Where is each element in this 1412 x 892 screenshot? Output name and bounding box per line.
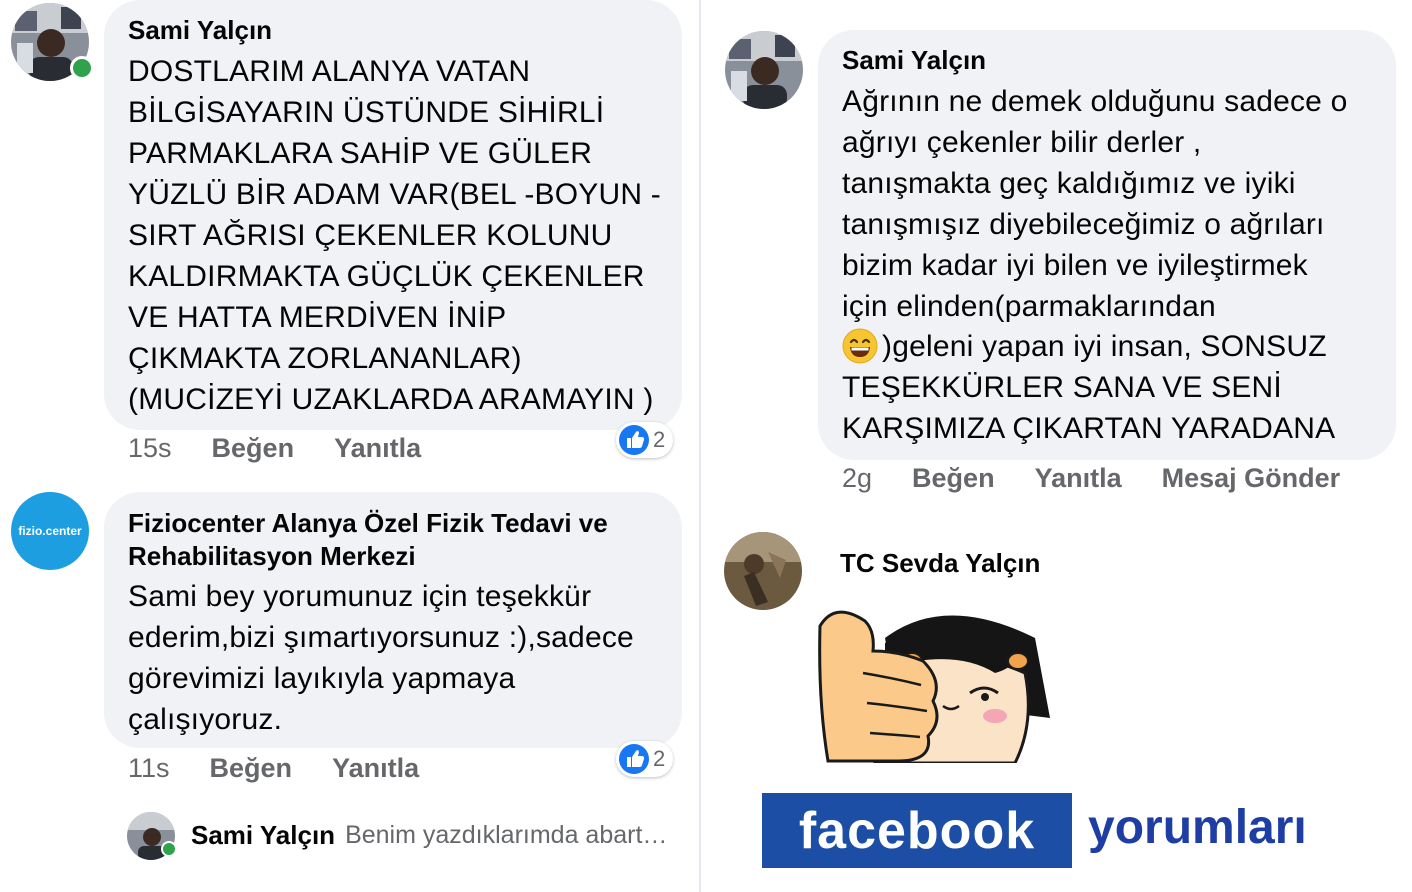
- comment-time[interactable]: 2g: [842, 463, 872, 494]
- comment-author[interactable]: TC Sevda Yalçın: [840, 548, 1040, 579]
- avatar-sevda[interactable]: [724, 532, 802, 610]
- like-button[interactable]: Beğen: [210, 753, 293, 784]
- comment-time[interactable]: 15s: [128, 433, 172, 464]
- thumbs-up-sticker[interactable]: [815, 598, 1060, 763]
- online-status-dot: [70, 56, 94, 80]
- reply-button[interactable]: Yanıtla: [332, 753, 419, 784]
- comment-text: Sami bey yorumunuz için teşekkür ederim,…: [128, 580, 634, 736]
- like-reaction-icon: [619, 425, 649, 455]
- comment-author-line1[interactable]: Fiziocenter Alanya Özel Fizik Tedavi ve: [128, 508, 608, 539]
- like-button[interactable]: Beğen: [912, 463, 995, 494]
- thumbs-up-girl-sticker-icon: [818, 610, 1050, 763]
- column-divider: [699, 0, 701, 892]
- reply-preview[interactable]: Sami Yalçın Benim yazdıklarımda abart…: [191, 820, 667, 851]
- send-message-button[interactable]: Mesaj Gönder: [1162, 463, 1341, 494]
- avatar-fiziocenter[interactable]: fizio.center: [11, 492, 89, 570]
- comment-actions-2: 11s Beğen Yanıtla: [128, 753, 459, 784]
- comment-author[interactable]: Sami Yalçın: [128, 15, 272, 46]
- reaction-count: 2: [653, 427, 666, 452]
- avatar-photo: [725, 31, 803, 109]
- comment-time[interactable]: 11s: [128, 753, 170, 784]
- comment-actions-1: 15s Beğen Yanıtla: [128, 433, 461, 464]
- reply-button[interactable]: Yanıtla: [1035, 463, 1122, 494]
- facebook-logo-text: facebook: [798, 801, 1036, 860]
- comment-text-part2: )geleni yapan iyi insan, SONSUZ TEŞEKKÜR…: [842, 330, 1336, 445]
- avatar-sami-2[interactable]: [725, 31, 803, 109]
- fiziocenter-logo-text: fizio.center: [18, 524, 82, 538]
- comment-actions-3: 2g Beğen Yanıtla Mesaj Gönder: [842, 463, 1380, 494]
- like-reaction-icon: [619, 744, 649, 774]
- logo-separator: [1072, 793, 1078, 868]
- comment-text: DOSTLARIM ALANYA VATAN BİLGİSAYARIN ÜSTÜ…: [128, 55, 661, 416]
- online-status-dot: [161, 841, 177, 857]
- reply-button[interactable]: Yanıtla: [334, 433, 421, 464]
- facebook-logo: facebook: [762, 793, 1072, 868]
- reaction-badge[interactable]: 2: [616, 741, 674, 777]
- reply-author[interactable]: Sami Yalçın: [191, 820, 335, 851]
- reaction-count: 2: [653, 746, 666, 771]
- avatar-photo: [724, 532, 802, 610]
- comment-author[interactable]: Sami Yalçın: [842, 45, 986, 76]
- reaction-badge[interactable]: 2: [616, 422, 674, 458]
- comment-author-line2[interactable]: Rehabilitasyon Merkezi: [128, 541, 416, 572]
- reply-snippet[interactable]: Benim yazdıklarımda abart…: [345, 821, 667, 850]
- comment-text-part1: Ağrının ne demek olduğunu sadece o ağrıy…: [842, 85, 1348, 323]
- branding-caption: yorumları: [1088, 801, 1307, 854]
- like-button[interactable]: Beğen: [212, 433, 295, 464]
